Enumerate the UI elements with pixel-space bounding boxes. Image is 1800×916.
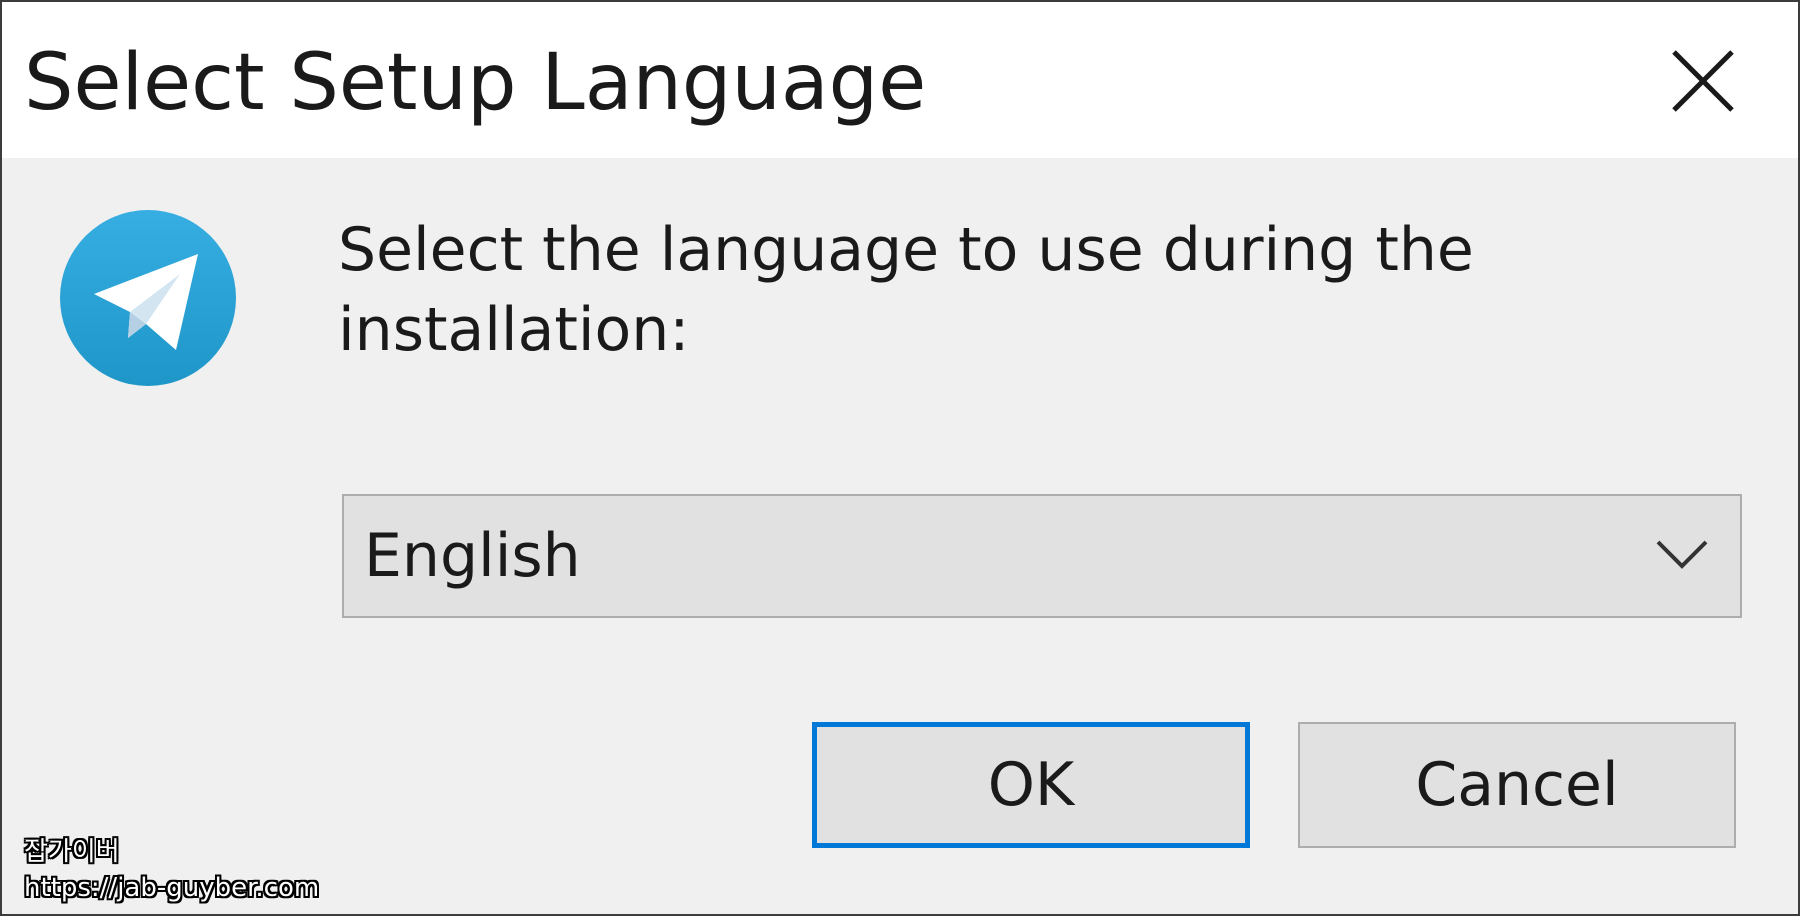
setup-language-dialog: Select Setup Language Select the languag…: [0, 0, 1800, 916]
chevron-down-icon: [1656, 540, 1708, 569]
close-button[interactable]: [1642, 32, 1762, 132]
watermark: 잡가이버 https://jab-guyber.com: [24, 834, 319, 906]
title-bar: Select Setup Language: [2, 2, 1798, 158]
watermark-url: https://jab-guyber.com: [24, 873, 320, 903]
ok-button[interactable]: OK: [812, 722, 1250, 848]
close-icon: [1672, 50, 1734, 112]
cancel-button[interactable]: Cancel: [1298, 722, 1736, 848]
watermark-name: 잡가이버: [24, 837, 120, 867]
telegram-icon: [58, 208, 238, 388]
dialog-title: Select Setup Language: [24, 38, 927, 128]
language-select-value: English: [364, 521, 581, 591]
language-prompt: Select the language to use during the in…: [338, 215, 1474, 365]
language-select[interactable]: English: [342, 494, 1742, 618]
